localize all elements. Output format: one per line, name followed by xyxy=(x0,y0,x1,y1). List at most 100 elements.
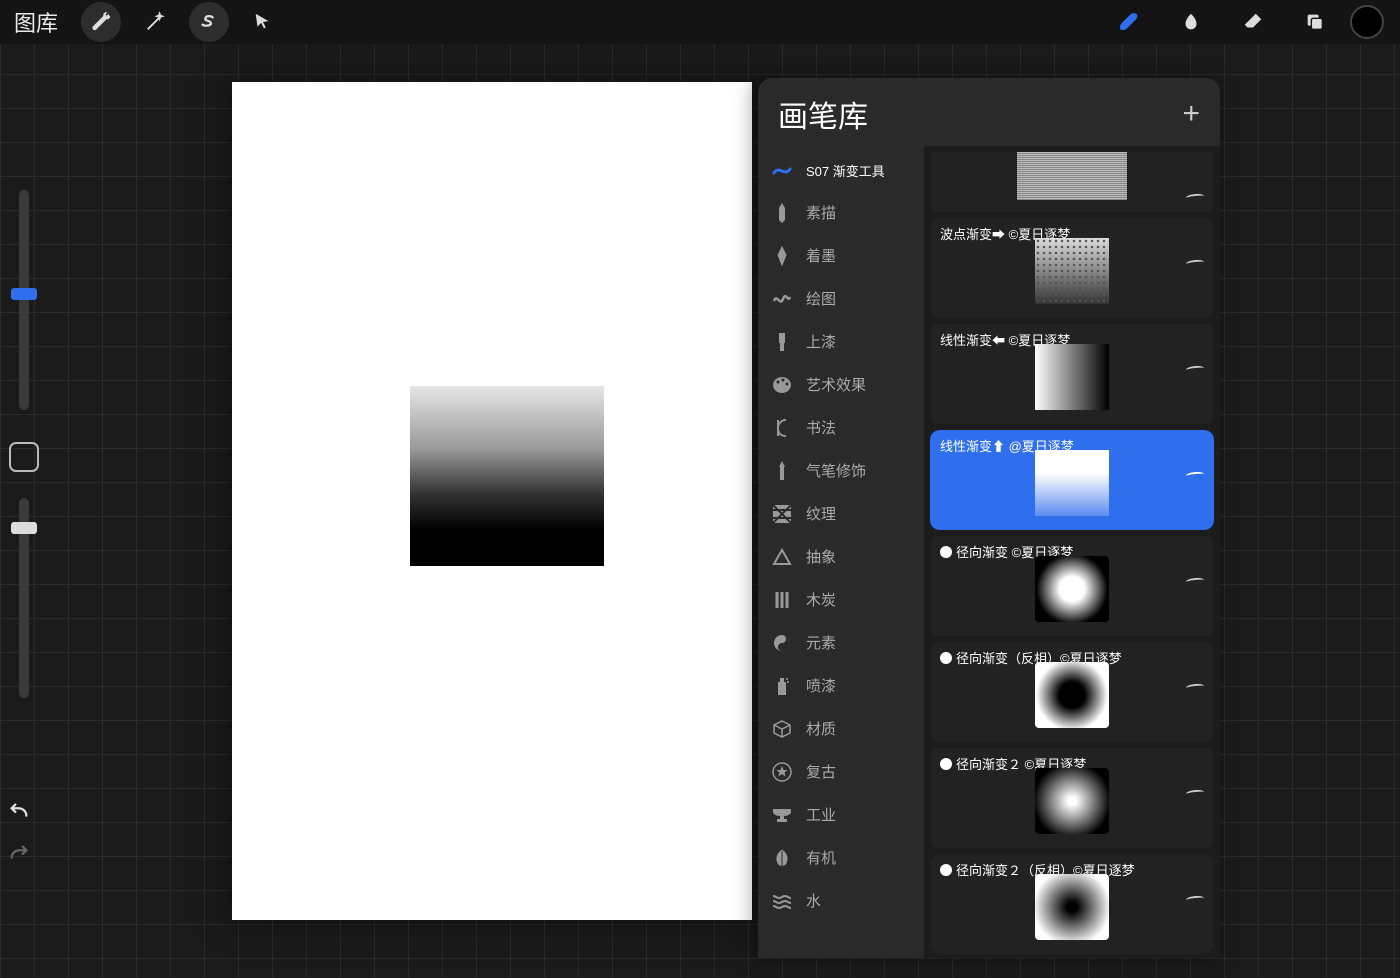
transform-button[interactable] xyxy=(238,0,288,44)
category-airbrush[interactable]: 气笔修饰 xyxy=(758,449,924,492)
wand-icon xyxy=(144,11,166,33)
brush-thumbnail xyxy=(1035,874,1109,940)
category-pen-nib[interactable]: 着墨 xyxy=(758,234,924,277)
category-pencil[interactable]: 素描 xyxy=(758,191,924,234)
brush-item[interactable]: 径向渐变（反相）©夏日逐梦 xyxy=(930,642,1214,742)
layers-button[interactable] xyxy=(1288,0,1342,44)
category-spray-can[interactable]: 喷漆 xyxy=(758,664,924,707)
category-star-circle[interactable]: 复古 xyxy=(758,750,924,793)
category-label: 有机 xyxy=(806,847,836,868)
category-palette[interactable]: 艺术效果 xyxy=(758,363,924,406)
category-label: 素描 xyxy=(806,202,836,223)
stroke-mark-icon xyxy=(1186,259,1205,267)
brush-item[interactable]: 径向渐变２ ©夏日逐梦 xyxy=(930,748,1214,848)
brush-thumbnail xyxy=(1035,662,1109,728)
toolbar-right-group xyxy=(1102,0,1400,44)
smudge-icon xyxy=(1180,11,1202,33)
stroke-mark-icon xyxy=(1186,683,1205,691)
category-anvil[interactable]: 工业 xyxy=(758,793,924,836)
triangle-icon xyxy=(772,548,792,566)
stroke-mark-icon xyxy=(1186,193,1205,201)
undo-redo-group xyxy=(8,802,30,868)
category-bars[interactable]: 木炭 xyxy=(758,578,924,621)
color-picker-button[interactable] xyxy=(1350,5,1384,39)
canvas[interactable] xyxy=(232,82,752,920)
category-label: 水 xyxy=(806,890,821,911)
adjustments-button[interactable] xyxy=(130,0,180,44)
undo-icon xyxy=(8,802,30,820)
smudge-tool-button[interactable] xyxy=(1164,0,1218,44)
brush-item[interactable] xyxy=(930,152,1214,212)
category-squiggle[interactable]: 绘图 xyxy=(758,277,924,320)
brush-dot-icon xyxy=(940,546,952,558)
brush-item[interactable]: 线性渐变⬅ ©夏日逐梦 xyxy=(930,324,1214,424)
category-label: 材质 xyxy=(806,718,836,739)
brush-thumbnail xyxy=(1035,450,1109,516)
pen-nib-icon xyxy=(772,246,792,266)
brush-library-panel: 画笔库 + S07 渐变工具素描着墨绘图上漆艺术效果书法气笔修饰纹理抽象木炭元素… xyxy=(758,78,1220,958)
category-custom-thumb[interactable]: S07 渐变工具 xyxy=(758,150,924,191)
category-cube[interactable]: 材质 xyxy=(758,707,924,750)
bars-icon xyxy=(772,591,792,609)
category-label: S07 渐变工具 xyxy=(806,161,885,180)
canvas-artwork xyxy=(410,386,604,566)
layers-icon xyxy=(1304,11,1326,33)
category-calligraphy[interactable]: 书法 xyxy=(758,406,924,449)
category-leaf[interactable]: 有机 xyxy=(758,836,924,879)
category-label: 艺术效果 xyxy=(806,374,866,395)
top-toolbar: 图库 xyxy=(0,0,1400,44)
eraser-tool-button[interactable] xyxy=(1226,0,1280,44)
opacity-slider[interactable] xyxy=(19,498,29,698)
custom-thumb-icon xyxy=(772,165,792,177)
anvil-icon xyxy=(772,807,792,823)
cursor-arrow-icon xyxy=(252,11,274,33)
selection-s-icon xyxy=(198,11,220,33)
brush-thumbnail xyxy=(1035,238,1109,304)
stroke-mark-icon xyxy=(1186,789,1205,797)
category-label: 气笔修饰 xyxy=(806,460,866,481)
undo-button[interactable] xyxy=(8,802,30,826)
category-label: 抽象 xyxy=(806,546,836,567)
brush-list[interactable]: 波点渐变➡ ©夏日逐梦线性渐变⬅ ©夏日逐梦线性渐变⬆ @夏日逐梦径向渐变 ©夏… xyxy=(924,146,1220,958)
brush-size-slider[interactable] xyxy=(19,190,29,410)
category-label: 工业 xyxy=(806,804,836,825)
selection-button[interactable] xyxy=(189,2,229,42)
category-triangle[interactable]: 抽象 xyxy=(758,535,924,578)
brush-category-list[interactable]: S07 渐变工具素描着墨绘图上漆艺术效果书法气笔修饰纹理抽象木炭元素喷漆材质复古… xyxy=(758,146,924,958)
brush-item[interactable]: 径向渐变 ©夏日逐梦 xyxy=(930,536,1214,636)
star-circle-icon xyxy=(772,762,792,782)
brush-item[interactable]: 线性渐变⬆ @夏日逐梦 xyxy=(930,430,1214,530)
toolbar-left-group: 图库 xyxy=(0,0,288,44)
redo-button[interactable] xyxy=(8,844,30,868)
gallery-button[interactable]: 图库 xyxy=(14,6,58,38)
brush-dot-icon xyxy=(940,758,952,770)
opacity-handle[interactable] xyxy=(11,522,37,534)
left-sidebar-tools xyxy=(4,190,44,698)
category-label: 元素 xyxy=(806,632,836,653)
stroke-mark-icon xyxy=(1186,577,1205,585)
category-paint-brush[interactable]: 上漆 xyxy=(758,320,924,363)
brush-icon xyxy=(1118,11,1140,33)
brush-item[interactable]: 径向渐变２（反相）©夏日逐梦 xyxy=(930,854,1214,954)
brush-dot-icon xyxy=(940,864,952,876)
stroke-mark-icon xyxy=(1186,895,1205,903)
stroke-mark-icon xyxy=(1186,365,1205,373)
panel-title: 画笔库 xyxy=(778,92,868,136)
category-label: 木炭 xyxy=(806,589,836,610)
brush-tool-button[interactable] xyxy=(1102,0,1156,44)
brush-item[interactable]: 波点渐变➡ ©夏日逐梦 xyxy=(930,218,1214,318)
modify-button[interactable] xyxy=(9,442,39,472)
category-waves[interactable]: 水 xyxy=(758,879,924,922)
leaf-icon xyxy=(772,848,792,868)
brush-thumbnail xyxy=(1035,556,1109,622)
actions-button[interactable] xyxy=(81,2,121,42)
brush-thumbnail xyxy=(1035,768,1109,834)
brush-size-handle[interactable] xyxy=(11,288,37,300)
palette-icon xyxy=(772,376,792,394)
pencil-icon xyxy=(772,203,792,223)
category-yinyang[interactable]: 元素 xyxy=(758,621,924,664)
paint-brush-icon xyxy=(772,332,792,352)
category-label: 着墨 xyxy=(806,245,836,266)
category-texture[interactable]: 纹理 xyxy=(758,492,924,535)
add-brush-button[interactable]: + xyxy=(1182,97,1200,131)
